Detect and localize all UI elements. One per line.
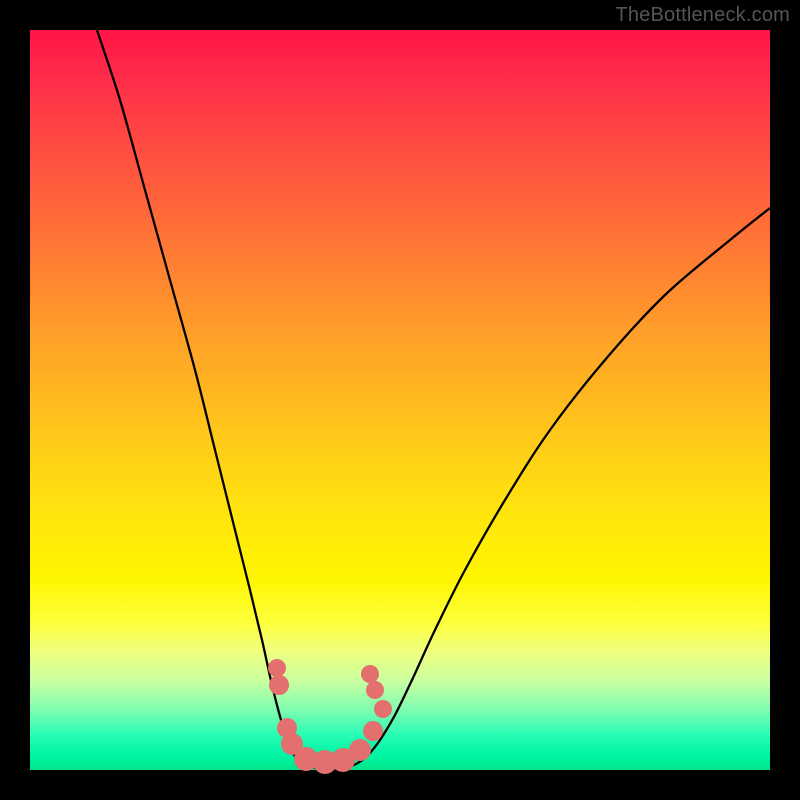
trough-markers — [268, 659, 392, 774]
trough-marker — [366, 681, 384, 699]
trough-marker — [349, 739, 371, 761]
trough-marker — [363, 721, 383, 741]
curve-right-arm — [326, 208, 770, 769]
chart-frame: TheBottleneck.com — [0, 0, 800, 800]
trough-marker — [361, 665, 379, 683]
curve-left-arm — [97, 30, 326, 769]
curve-layer — [30, 30, 770, 770]
plot-area — [30, 30, 770, 770]
trough-marker — [269, 675, 289, 695]
trough-marker — [268, 659, 286, 677]
watermark-text: TheBottleneck.com — [615, 4, 790, 27]
trough-marker — [374, 700, 392, 718]
